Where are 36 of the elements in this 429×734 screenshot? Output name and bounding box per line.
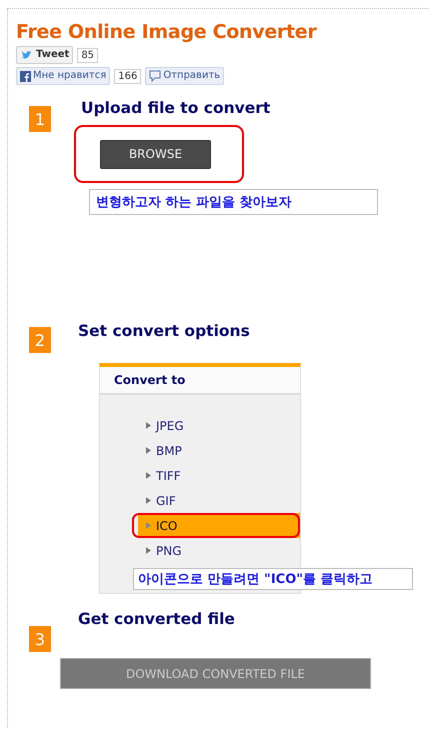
triangle-icon [146, 497, 151, 504]
format-option[interactable]: TIFF [100, 463, 300, 488]
step-number: 3 [29, 626, 51, 652]
step-number: 2 [29, 327, 51, 353]
facebook-icon [20, 70, 31, 82]
step-number: 1 [29, 106, 51, 132]
step-heading: Upload file to convert [81, 99, 272, 117]
panel-title: Convert to [100, 367, 300, 395]
format-option[interactable]: JPEG [100, 413, 300, 438]
browse-button[interactable]: BROWSE [100, 140, 211, 168]
format-label: JPEG [156, 418, 184, 432]
triangle-icon [146, 547, 151, 554]
tweet-count: 85 [77, 48, 98, 62]
page-title: Free Online Image Converter [16, 21, 318, 43]
format-option[interactable]: GIF [100, 488, 300, 513]
format-option[interactable]: PNG [100, 538, 300, 563]
like-count: 166 [114, 68, 142, 84]
triangle-icon [146, 522, 151, 529]
like-button[interactable]: Мне нравится [16, 67, 110, 85]
bird-icon [20, 49, 34, 61]
format-option[interactable]: BMP [100, 438, 300, 463]
format-label: ICO [156, 518, 178, 532]
step-heading: Set convert options [78, 322, 251, 340]
triangle-icon [146, 447, 151, 454]
annotation-note: 변형하고자 하는 파일을 찾아보자 [89, 189, 378, 215]
annotation-note: 아이콘으로 만들려면 "ICO"를 클릭하고 [133, 568, 413, 590]
format-label: BMP [156, 444, 182, 458]
send-button[interactable]: Отправить [145, 67, 224, 85]
format-label: PNG [156, 544, 182, 558]
format-label: TIFF [156, 468, 181, 482]
tweet-button[interactable]: Tweet [16, 46, 74, 64]
step-heading: Get converted file [78, 610, 236, 628]
triangle-icon [146, 422, 151, 429]
speech-bubble-icon [149, 70, 162, 82]
triangle-icon [146, 472, 151, 479]
format-label: GIF [156, 494, 176, 508]
